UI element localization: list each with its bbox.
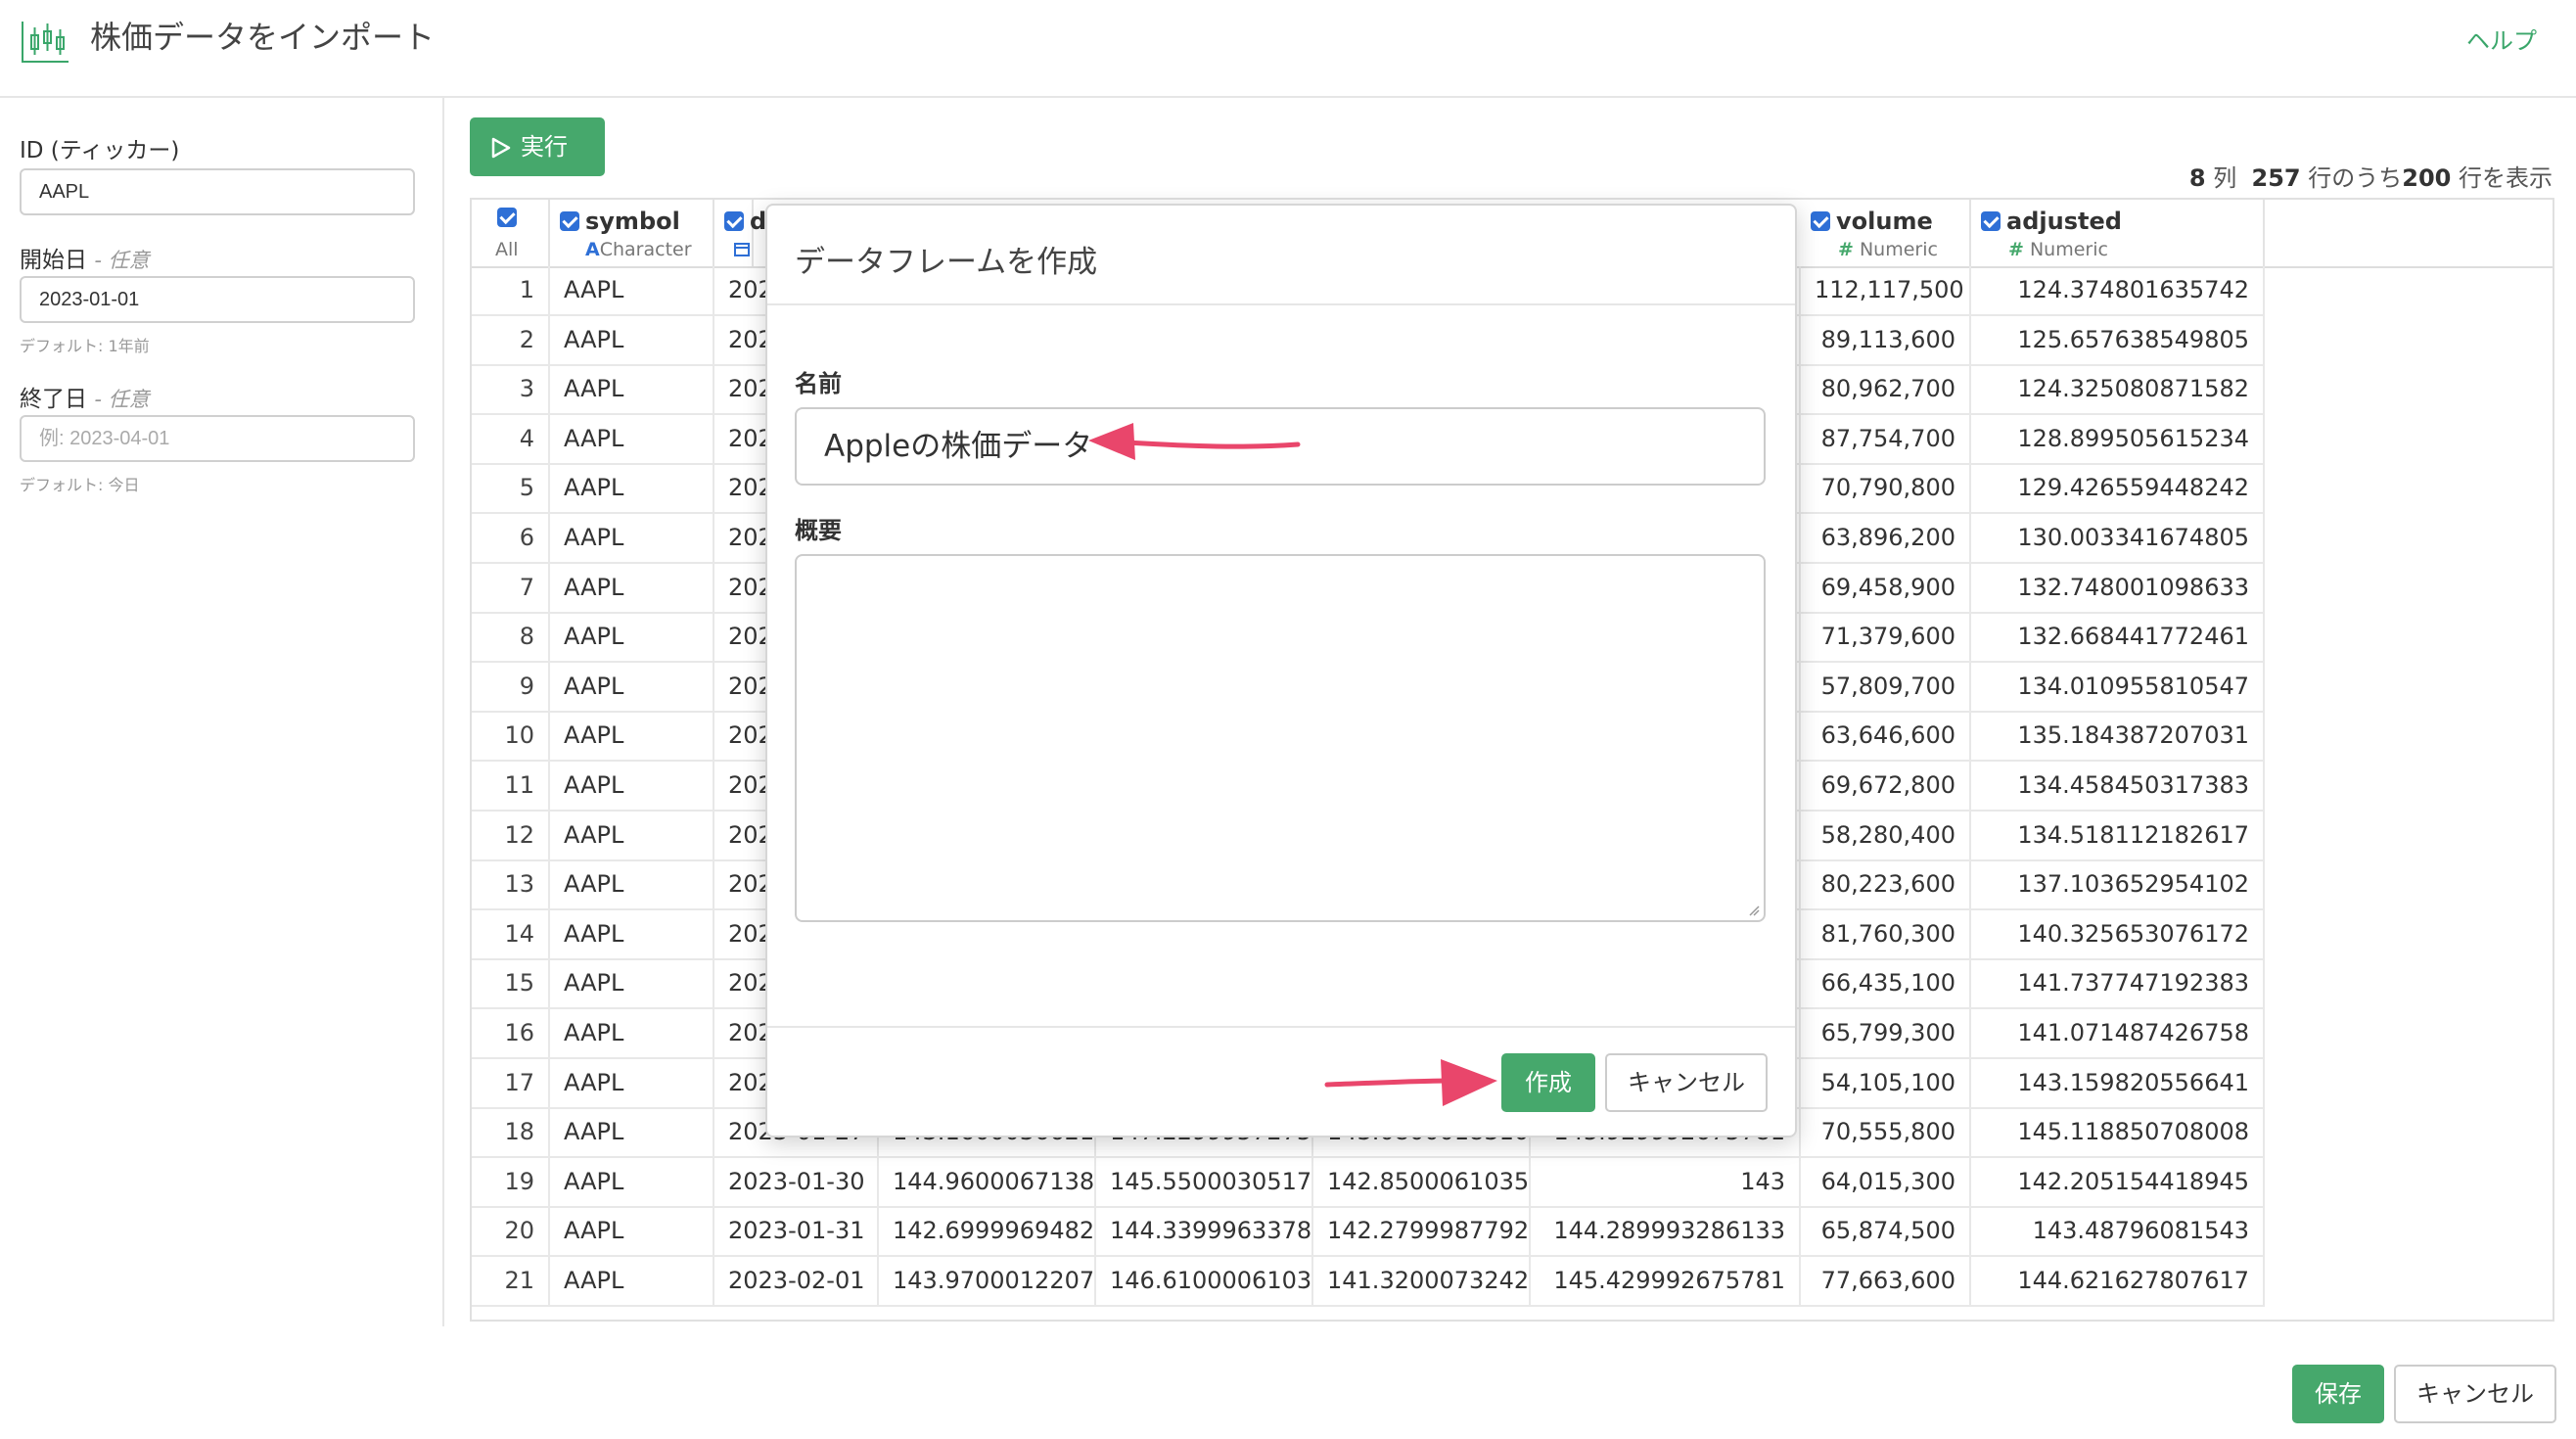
- save-button[interactable]: 保存: [2292, 1365, 2384, 1423]
- name-label: 名前: [795, 370, 842, 397]
- create-button[interactable]: 作成: [1501, 1053, 1595, 1112]
- dialog-header-divider: [767, 303, 1795, 305]
- dialog-cancel-button[interactable]: キャンセル: [1605, 1053, 1768, 1112]
- resize-handle-icon[interactable]: [1748, 905, 1760, 916]
- create-dataframe-dialog: データフレームを作成 名前 Appleの株価データ 概要 作成 キャンセル: [765, 204, 1797, 1137]
- dialog-footer-divider: [767, 1026, 1795, 1028]
- arrow-annotation-icon: [1088, 423, 1301, 460]
- description-textarea[interactable]: [795, 554, 1766, 922]
- description-label: 概要: [795, 517, 842, 544]
- dialog-title: データフレームを作成: [795, 245, 1098, 280]
- arrow-annotation-icon: [1324, 1059, 1497, 1106]
- cancel-button[interactable]: キャンセル: [2394, 1365, 2556, 1423]
